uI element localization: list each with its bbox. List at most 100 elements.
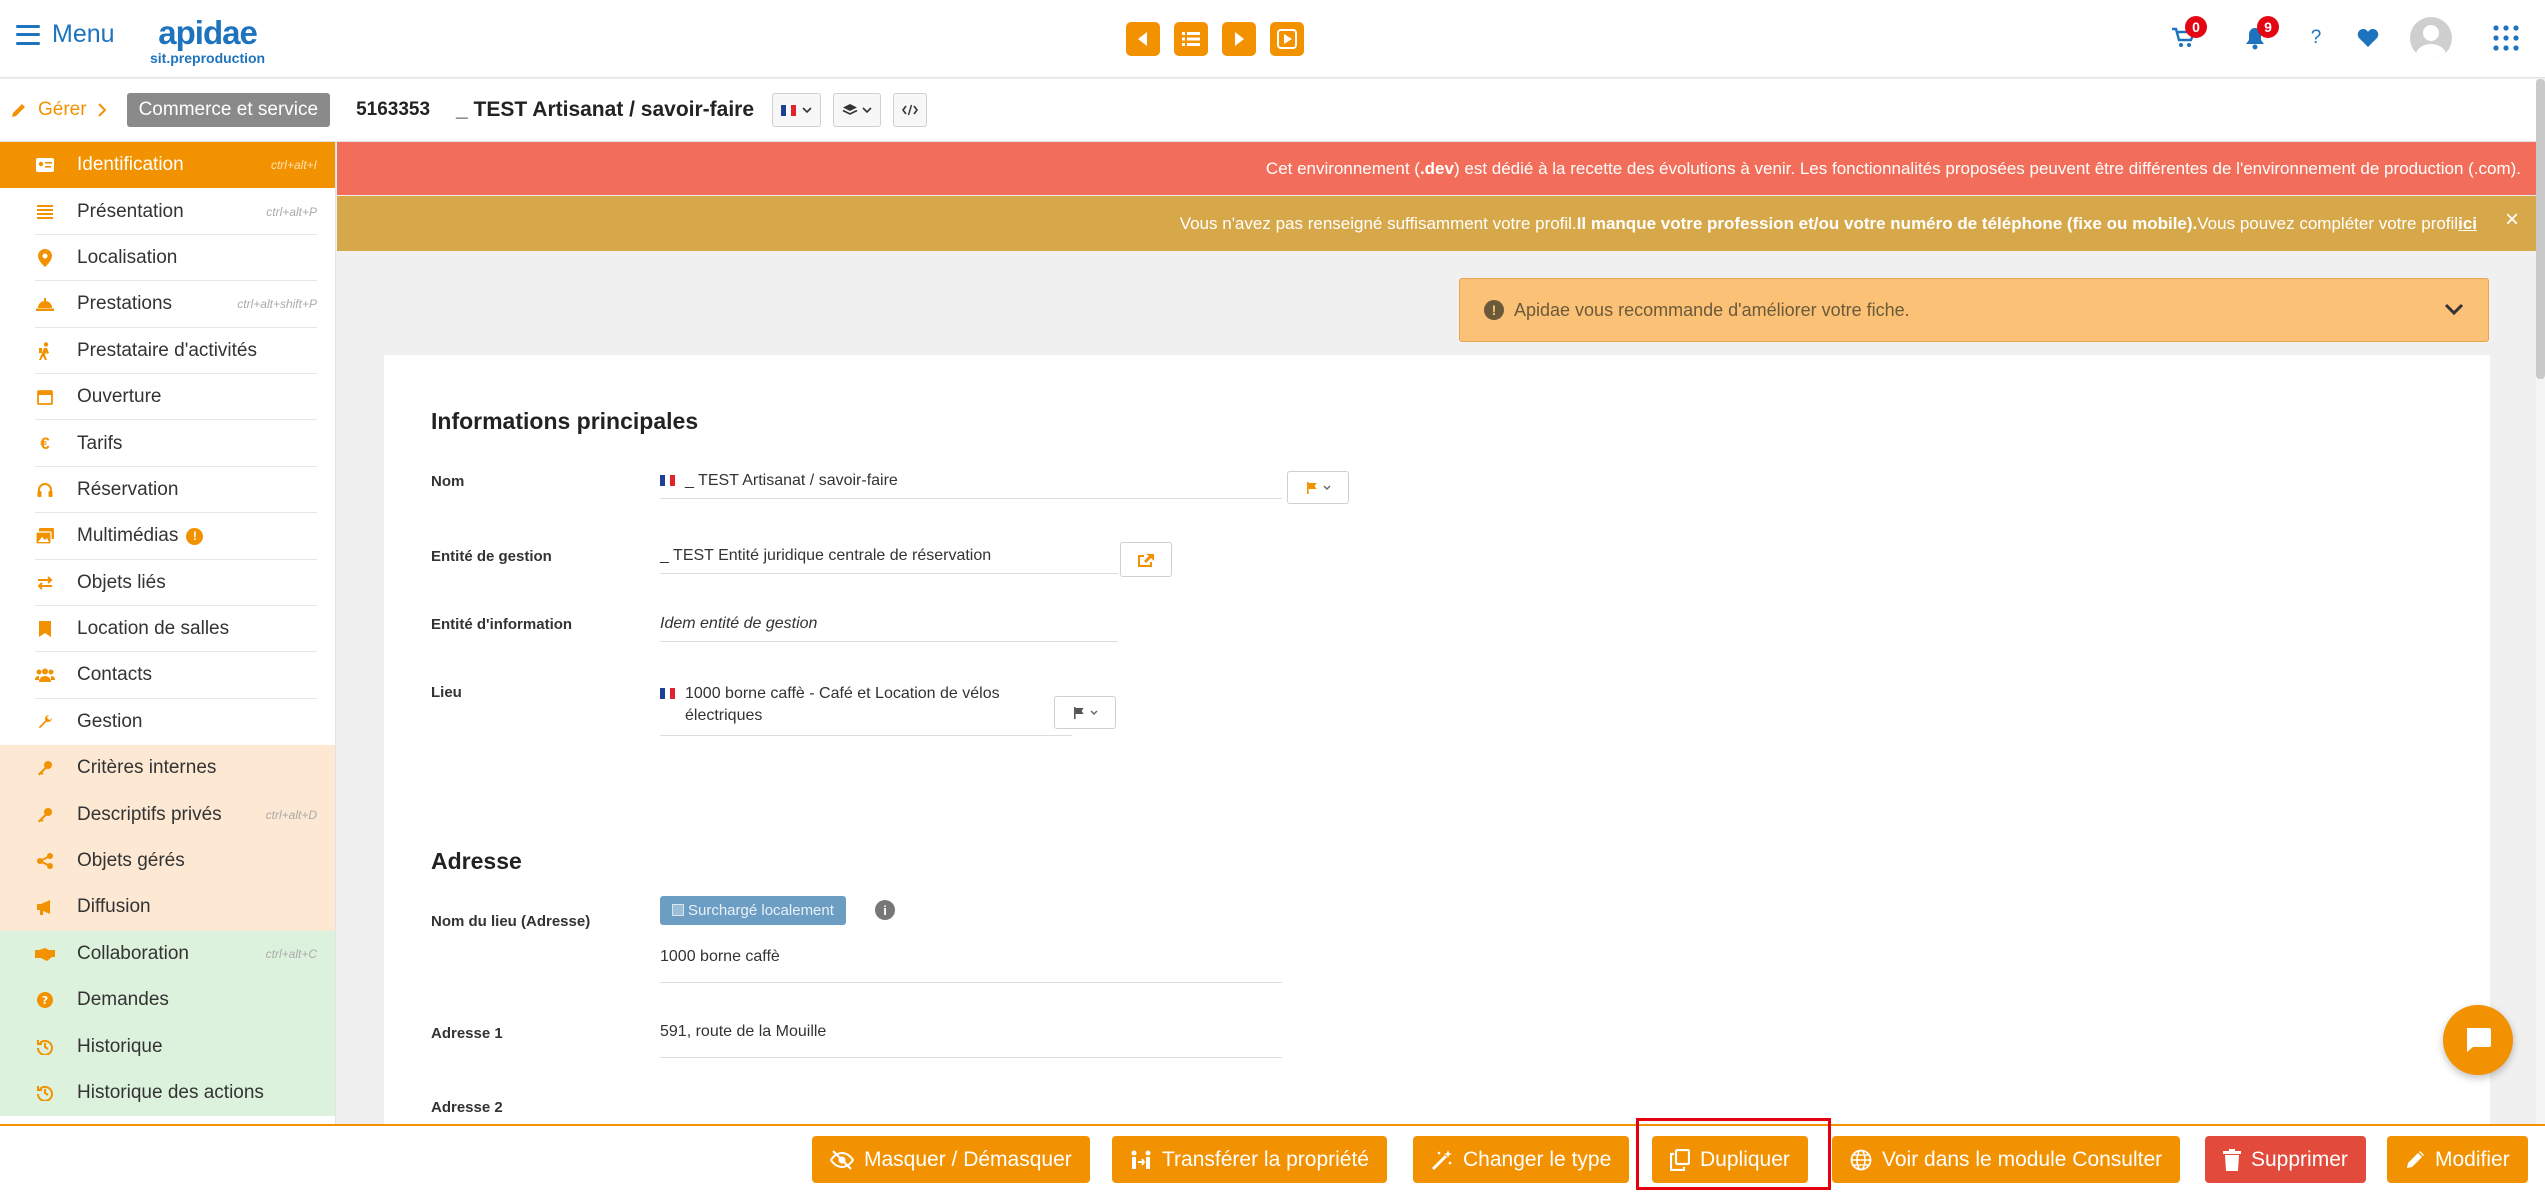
chat-button[interactable] <box>2443 1005 2513 1075</box>
shortcut-hint: ctrl+alt+C <box>265 946 317 961</box>
sidebar-item-criteres-internes[interactable]: Critères internes <box>0 745 335 792</box>
sidebar-item-label: Historique <box>77 1035 163 1057</box>
sidebar-item-label: Descriptifs privés <box>77 803 222 825</box>
override-locally-badge[interactable]: Surchargé localement <box>660 896 846 925</box>
people-arrows-icon <box>1131 1150 1151 1169</box>
key-icon <box>35 758 55 778</box>
shortcut-hint: ctrl+alt+I <box>270 158 317 173</box>
sidebar-item-label: Historique des actions <box>77 1082 264 1103</box>
lieu-language-dropdown[interactable] <box>1054 696 1116 729</box>
previous-record-button[interactable] <box>1126 22 1160 56</box>
favorites-button[interactable] <box>2341 14 2395 62</box>
sidebar: Identification ctrl+alt+I Présentation c… <box>0 142 336 1124</box>
list-icon <box>1182 32 1200 46</box>
exchange-icon <box>35 573 55 593</box>
page-scrollbar[interactable] <box>2536 79 2545 1124</box>
svg-text:?: ? <box>42 994 48 1007</box>
sidebar-item-diffusion[interactable]: Diffusion <box>0 884 335 931</box>
list-view-button[interactable] <box>1174 22 1208 56</box>
sidebar-item-collaboration[interactable]: Collaboration ctrl+alt+C <box>0 930 335 978</box>
transfer-ownership-button[interactable]: Transférer la propriété <box>1112 1136 1387 1183</box>
sidebar-item-label: Objets gérés <box>77 850 185 872</box>
next-record-button[interactable] <box>1222 22 1256 56</box>
sidebar-item-reservation[interactable]: Réservation <box>0 467 335 514</box>
change-type-button[interactable]: Changer le type <box>1413 1136 1630 1183</box>
sidebar-item-historique-actions[interactable]: Historique des actions <box>0 1069 335 1117</box>
warning-badge-icon: ! <box>186 527 204 545</box>
pencil-icon <box>12 104 25 117</box>
cart-button[interactable]: 0 <box>2147 14 2219 62</box>
nom-field[interactable]: _ TEST Artisanat / savoir-faire <box>660 472 1282 499</box>
shortcut-hint: ctrl+alt+D <box>265 807 317 822</box>
sidebar-item-gestion[interactable]: Gestion <box>0 699 335 745</box>
notifications-button[interactable]: 9 <box>2219 14 2291 62</box>
manage-breadcrumb[interactable]: Gérer <box>10 99 107 121</box>
sidebar-item-multimedias[interactable]: Multimédias ! <box>0 513 335 560</box>
open-entity-button[interactable] <box>1120 542 1172 577</box>
share-square-icon <box>1138 553 1154 567</box>
sidebar-item-objets-lies[interactable]: Objets liés <box>0 560 335 607</box>
sidebar-item-ouverture[interactable]: Ouverture <box>0 374 335 421</box>
help-button[interactable]: ? <box>2291 14 2341 62</box>
language-dropdown[interactable] <box>772 93 822 127</box>
sidebar-item-identification[interactable]: Identification ctrl+alt+I <box>0 142 335 189</box>
apps-button[interactable] <box>2467 14 2545 62</box>
sidebar-item-contacts[interactable]: Contacts <box>0 652 335 700</box>
sidebar-item-label: Collaboration <box>77 942 189 964</box>
handshake-icon <box>35 944 55 964</box>
close-icon[interactable]: × <box>2505 206 2519 234</box>
entite-info-field[interactable]: Idem entité de gestion <box>660 615 1118 642</box>
sidebar-item-localisation[interactable]: Localisation <box>0 235 335 282</box>
layers-dropdown[interactable] <box>833 93 882 127</box>
entite-gestion-field[interactable]: _ TEST Entité juridique centrale de rése… <box>660 547 1118 574</box>
sidebar-item-label: Tarifs <box>77 432 123 454</box>
modify-button[interactable]: Modifier <box>2387 1136 2528 1183</box>
sidebar-item-demandes[interactable]: ? Demandes <box>0 977 335 1024</box>
top-header: Menu apidae sit.preproduction 0 9 ? <box>0 0 2545 78</box>
nom-lieu-field[interactable]: 1000 borne caffè <box>660 948 1282 983</box>
scrollbar-thumb[interactable] <box>2536 79 2545 379</box>
sidebar-item-prestations[interactable]: Prestations ctrl+alt+shift+P <box>0 281 335 328</box>
profile-warning-banner: Vous n'avez pas renseigné suffisamment v… <box>337 196 2537 251</box>
delete-button[interactable]: Supprimer <box>2205 1136 2366 1183</box>
sidebar-item-historique[interactable]: Historique <box>0 1023 335 1070</box>
chevron-down-icon <box>2444 303 2464 316</box>
view-in-consult-button[interactable]: Voir dans le module Consulter <box>1832 1136 2181 1183</box>
nom-lieu-label: Nom du lieu (Adresse) <box>431 913 591 930</box>
recommendation-panel[interactable]: ! Apidae vous recommande d'améliorer vot… <box>1459 278 2489 342</box>
profile-link[interactable]: ici <box>2458 214 2477 234</box>
map-marker-icon <box>35 248 55 268</box>
users-icon <box>35 665 55 685</box>
sidebar-item-presentation[interactable]: Présentation ctrl+alt+P <box>0 188 335 236</box>
identification-form: Informations principales Nom _ TEST Arti… <box>384 355 2490 1125</box>
user-avatar-button[interactable] <box>2395 14 2467 62</box>
apidae-logo[interactable]: apidae sit.preproduction <box>150 16 265 65</box>
wrench-icon <box>35 712 55 732</box>
sidebar-item-tarifs[interactable]: € Tarifs <box>0 420 335 468</box>
align-left-icon <box>35 202 55 222</box>
bookmark-icon <box>35 619 55 639</box>
sidebar-item-prestataire-activites[interactable]: Prestataire d'activités <box>0 328 335 375</box>
caret-right-icon <box>1235 32 1244 46</box>
adresse1-field[interactable]: 591, route de la Mouille <box>660 1023 1282 1058</box>
lieu-field[interactable]: 1000 borne caffè - Café et Location de v… <box>660 683 1072 736</box>
hide-unhide-button[interactable]: Masquer / Démasquer <box>812 1136 1090 1183</box>
code-view-button[interactable] <box>893 93 928 127</box>
view-in-consult-label: Voir dans le module Consulter <box>1882 1147 2163 1171</box>
sidebar-item-descriptifs-prives[interactable]: Descriptifs privés ctrl+alt+D <box>0 791 335 838</box>
bullhorn-icon <box>35 897 55 917</box>
profile-text-post: Vous pouvez compléter votre profil <box>2197 213 2459 233</box>
menu-button[interactable]: Menu <box>16 20 115 49</box>
last-record-button[interactable] <box>1270 22 1304 56</box>
info-icon[interactable]: i <box>875 900 895 920</box>
modify-label: Modifier <box>2435 1147 2510 1171</box>
shortcut-hint: ctrl+alt+shift+P <box>237 297 317 312</box>
object-type-badge: Commerce et service <box>126 93 331 127</box>
duplicate-highlight-box <box>1636 1118 1831 1190</box>
override-label: Surchargé localement <box>688 902 834 919</box>
nom-language-dropdown[interactable] <box>1287 471 1349 504</box>
layers-icon <box>842 104 858 115</box>
sidebar-item-location-salles[interactable]: Location de salles <box>0 606 335 653</box>
sidebar-item-objets-geres[interactable]: Objets gérés <box>0 837 335 885</box>
chevron-down-icon <box>802 107 812 114</box>
